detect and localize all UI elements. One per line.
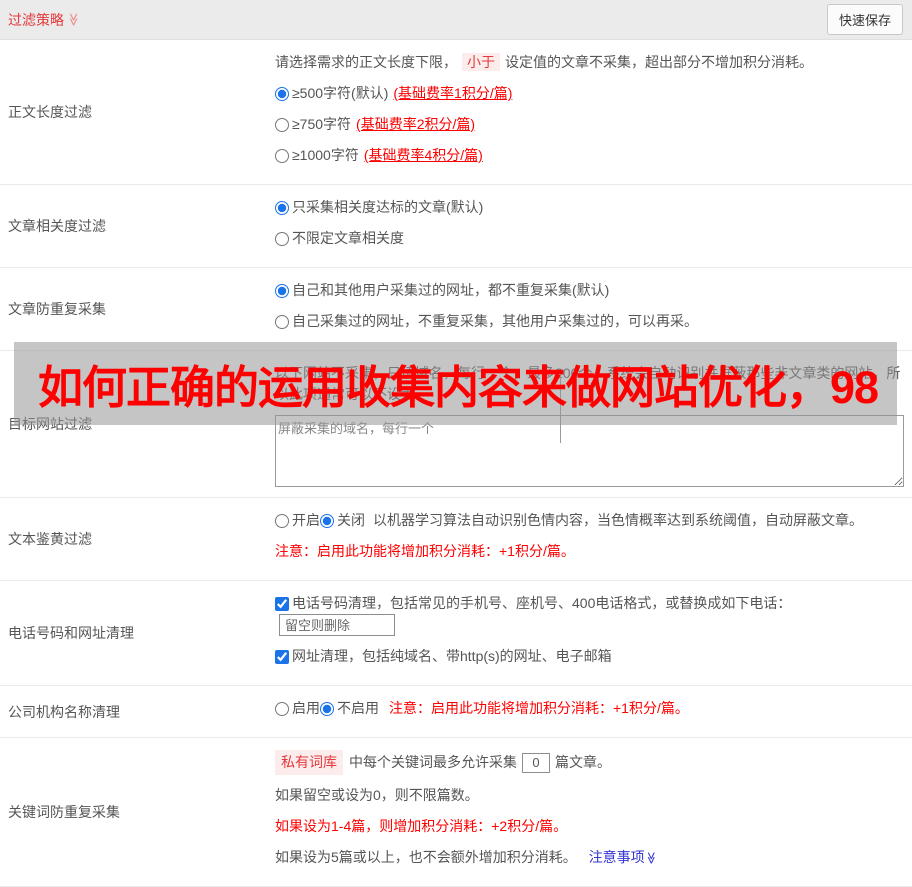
porn-filter-desc: 以机器学习算法自动识别色情内容，当色情概率达到系统阈值，自动屏蔽文章。 <box>373 510 863 531</box>
notice-link[interactable]: 注意事项≫ <box>589 849 658 865</box>
keyword-limit-line: 私有词库 中每个关键词最多允许采集 篇文章。 <box>275 750 904 775</box>
relevance-any-label: 不限定文章相关度 <box>292 228 404 249</box>
row-content: 只采集相关度达标的文章(默认) 不限定文章相关度 <box>275 185 912 267</box>
header-bar: 过滤策略 ≫ 快速保存 <box>0 0 912 40</box>
dedup-global-radio[interactable] <box>275 284 289 298</box>
keyword-note-free: 如果设为5篇或以上，也不会额外增加积分消耗。 注意事项≫ <box>275 847 904 868</box>
private-lexicon-badge: 私有词库 <box>275 750 343 775</box>
row-content: 开启 关闭 以机器学习算法自动识别色情内容，当色情概率达到系统阈值，自动屏蔽文章… <box>275 498 912 580</box>
dedup-self-label: 自己采集过的网址，不重复采集，其他用户采集过的，可以再采。 <box>292 311 698 332</box>
url-clean-label: 网址清理，包括纯域名、带http(s)的网址、电子邮箱 <box>292 646 612 667</box>
phone-clean-label: 电话号码清理，包括常见的手机号、座机号、400电话格式，或替换成如下电话： <box>292 593 791 614</box>
blocked-domains-textarea[interactable] <box>275 415 904 487</box>
length-option-1000[interactable]: ≥1000字符 (基础费率4积分/篇) <box>275 145 904 166</box>
dedup-option-self[interactable]: 自己采集过的网址，不重复采集，其他用户采集过的，可以再采。 <box>275 311 904 332</box>
row-label: 正文长度过滤 <box>0 40 275 184</box>
keyword-count-input[interactable] <box>522 753 550 773</box>
overlay-ad-text: 如何正确的运用收集内容来做网站优化，98 <box>14 351 878 416</box>
quick-save-button[interactable]: 快速保存 <box>827 4 903 35</box>
length-500-label: ≥500字符(默认) <box>292 83 388 104</box>
company-clean-options: 启用 不启用 注意：启用此功能将增加积分消耗：+1积分/篇。 <box>275 698 904 719</box>
row-content: 启用 不启用 注意：启用此功能将增加积分消耗：+1积分/篇。 <box>275 686 912 737</box>
length-option-750[interactable]: ≥750字符 (基础费率2积分/篇) <box>275 114 904 135</box>
length-1000-radio[interactable] <box>275 149 289 163</box>
porn-filter-note: 注意：启用此功能将增加积分消耗：+1积分/篇。 <box>275 541 904 562</box>
company-off-label: 不启用 <box>337 698 379 719</box>
chevron-down-icon: ≫ <box>67 13 80 27</box>
porn-on-radio[interactable] <box>275 514 289 528</box>
phone-replace-input[interactable] <box>279 614 395 636</box>
phone-clean-checkbox[interactable] <box>275 597 289 611</box>
keyword-limit-suffix: 篇文章。 <box>555 752 611 773</box>
row-label: 电话号码和网址清理 <box>0 581 275 685</box>
page-title[interactable]: 过滤策略 ≫ <box>8 10 81 30</box>
row-phone-url-clean: 电话号码和网址清理 电话号码清理，包括常见的手机号、座机号、400电话格式，或替… <box>0 581 912 686</box>
row-content: 电话号码清理，包括常见的手机号、座机号、400电话格式，或替换成如下电话： 网址… <box>275 581 912 685</box>
less-than-highlight: 小于 <box>462 53 500 71</box>
row-label: 关键词防重复采集 <box>0 738 275 886</box>
overlay-ad-banner[interactable]: 如何正确的运用收集内容来做网站优化，98 <box>14 342 897 425</box>
keyword-note-free-text: 如果设为5篇或以上，也不会额外增加积分消耗。 <box>275 849 577 865</box>
row-content: 私有词库 中每个关键词最多允许采集 篇文章。 如果留空或设为0，则不限篇数。 如… <box>275 738 912 886</box>
length-filter-desc: 请选择需求的正文长度下限， 小于设定值的文章不采集，超出部分不增加积分消耗。 <box>275 52 904 73</box>
porn-off-radio[interactable] <box>320 514 334 528</box>
length-1000-label: ≥1000字符 <box>292 145 359 166</box>
keyword-note-cost: 如果设为1-4篇，则增加积分消耗：+2积分/篇。 <box>275 816 904 837</box>
url-clean-option[interactable]: 网址清理，包括纯域名、带http(s)的网址、电子邮箱 <box>275 646 904 667</box>
length-750-radio[interactable] <box>275 118 289 132</box>
length-500-radio[interactable] <box>275 87 289 101</box>
row-company-clean: 公司机构名称清理 启用 不启用 注意：启用此功能将增加积分消耗：+1积分/篇。 <box>0 686 912 738</box>
porn-off-label: 关闭 <box>337 510 365 531</box>
row-dedup-collect: 文章防重复采集 自己和其他用户采集过的网址，都不重复采集(默认) 自己采集过的网… <box>0 268 912 351</box>
row-label: 文章防重复采集 <box>0 268 275 350</box>
row-label: 文本鉴黄过滤 <box>0 498 275 580</box>
keyword-note-unlimited: 如果留空或设为0，则不限篇数。 <box>275 785 904 806</box>
row-content: 自己和其他用户采集过的网址，都不重复采集(默认) 自己采集过的网址，不重复采集，… <box>275 268 912 350</box>
row-keyword-dedup: 关键词防重复采集 私有词库 中每个关键词最多允许采集 篇文章。 如果留空或设为0… <box>0 738 912 887</box>
company-on-label: 启用 <box>292 698 320 719</box>
dedup-option-global[interactable]: 自己和其他用户采集过的网址，都不重复采集(默认) <box>275 280 904 301</box>
relevance-strict-radio[interactable] <box>275 201 289 215</box>
length-1000-fee: (基础费率4积分/篇) <box>364 145 483 166</box>
desc-pre: 请选择需求的正文长度下限， <box>275 54 457 70</box>
row-label: 公司机构名称清理 <box>0 686 275 737</box>
company-off-radio[interactable] <box>320 702 334 716</box>
company-on-radio[interactable] <box>275 702 289 716</box>
relevance-strict-label: 只采集相关度达标的文章(默认) <box>292 197 483 218</box>
row-porn-filter: 文本鉴黄过滤 开启 关闭 以机器学习算法自动识别色情内容，当色情概率达到系统阈值… <box>0 498 912 581</box>
length-750-fee: (基础费率2积分/篇) <box>356 114 475 135</box>
page-title-text: 过滤策略 <box>8 10 64 30</box>
dedup-global-label: 自己和其他用户采集过的网址，都不重复采集(默认) <box>292 280 609 301</box>
relevance-any-radio[interactable] <box>275 232 289 246</box>
row-relevance-filter: 文章相关度过滤 只采集相关度达标的文章(默认) 不限定文章相关度 <box>0 185 912 268</box>
company-clean-note: 注意：启用此功能将增加积分消耗：+1积分/篇。 <box>389 698 689 719</box>
porn-on-label: 开启 <box>292 510 320 531</box>
row-label: 文章相关度过滤 <box>0 185 275 267</box>
url-clean-checkbox[interactable] <box>275 650 289 664</box>
keyword-limit-text: 中每个关键词最多允许采集 <box>349 752 517 773</box>
row-length-filter: 正文长度过滤 请选择需求的正文长度下限， 小于设定值的文章不采集，超出部分不增加积… <box>0 40 912 185</box>
desc-post: 设定值的文章不采集，超出部分不增加积分消耗。 <box>505 54 813 70</box>
length-500-fee: (基础费率1积分/篇) <box>393 83 512 104</box>
phone-clean-option[interactable]: 电话号码清理，包括常见的手机号、座机号、400电话格式，或替换成如下电话： <box>275 593 904 636</box>
relevance-option-any[interactable]: 不限定文章相关度 <box>275 228 904 249</box>
chevron-down-icon: ≫ <box>645 852 657 865</box>
length-option-500[interactable]: ≥500字符(默认) (基础费率1积分/篇) <box>275 83 904 104</box>
row-content: 请选择需求的正文长度下限， 小于设定值的文章不采集，超出部分不增加积分消耗。 ≥5… <box>275 40 912 184</box>
porn-filter-options: 开启 关闭 以机器学习算法自动识别色情内容，当色情概率达到系统阈值，自动屏蔽文章… <box>275 510 904 531</box>
notice-link-text: 注意事项 <box>589 849 645 865</box>
relevance-option-strict[interactable]: 只采集相关度达标的文章(默认) <box>275 197 904 218</box>
dedup-self-radio[interactable] <box>275 315 289 329</box>
length-750-label: ≥750字符 <box>292 114 351 135</box>
